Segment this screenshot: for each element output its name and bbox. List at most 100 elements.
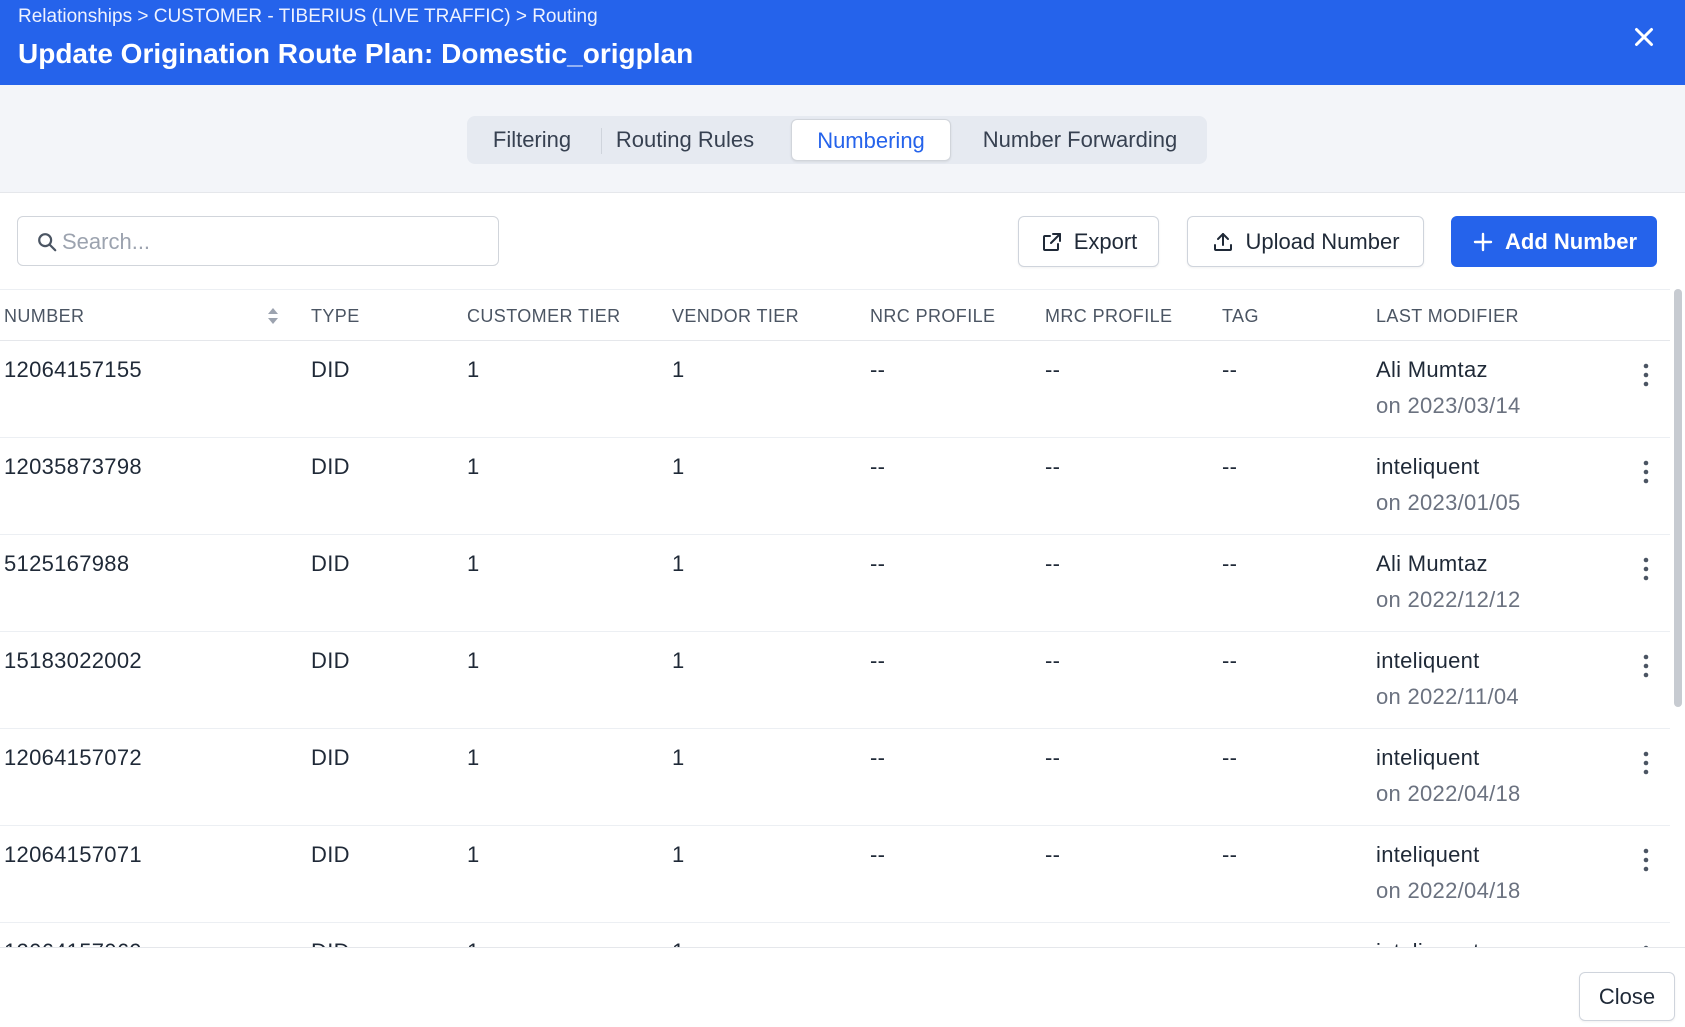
last-modified-date: on 2022/04/18 bbox=[1376, 781, 1521, 806]
close-icon[interactable] bbox=[1629, 22, 1659, 52]
last-modifier-name: inteliquent bbox=[1376, 745, 1480, 770]
scrollbar-thumb[interactable] bbox=[1674, 289, 1682, 707]
last-modifier-name: inteliquent bbox=[1376, 842, 1480, 867]
tag-cell: -- bbox=[1222, 939, 1237, 947]
tab-bar: Filtering Routing Rules Numbering Number… bbox=[467, 116, 1207, 164]
nrc-profile-cell: -- bbox=[870, 357, 886, 382]
last-modified-date: on 2023/01/05 bbox=[1376, 490, 1521, 515]
upload-number-button[interactable]: Upload Number bbox=[1187, 216, 1424, 267]
last-modified-date: on 2022/11/04 bbox=[1376, 684, 1519, 709]
vendor-tier-cell: 1 bbox=[672, 745, 685, 770]
mrc-profile-cell: -- bbox=[1045, 357, 1061, 382]
page-title: Update Origination Route Plan: Domestic_… bbox=[18, 38, 694, 69]
tab-number-forwarding[interactable]: Number Forwarding bbox=[959, 119, 1201, 161]
last-modifier-name: inteliquent bbox=[1376, 648, 1480, 673]
tag-cell: -- bbox=[1222, 454, 1238, 479]
table-row: 12064157155 DID 1 1 -- -- -- Ali Mumtaz on 2023/… bbox=[0, 341, 1670, 438]
type-cell: DID bbox=[311, 357, 350, 382]
tag-cell: -- bbox=[1222, 551, 1238, 576]
more-options-icon[interactable] bbox=[1636, 749, 1656, 777]
mrc-profile-cell: -- bbox=[1045, 454, 1061, 479]
nrc-profile-cell: -- bbox=[870, 551, 886, 576]
more-options-icon[interactable] bbox=[1636, 361, 1656, 389]
more-options-icon[interactable] bbox=[1636, 555, 1656, 583]
last-modified-date: on 2022/04/18 bbox=[1376, 878, 1521, 903]
number-cell: 12064157072 bbox=[4, 745, 142, 770]
customer-tier-cell: 1 bbox=[467, 454, 480, 479]
table-row: 12064157069DID11------inteliquenton 2022… bbox=[0, 923, 1670, 947]
more-options-icon[interactable] bbox=[1636, 458, 1656, 486]
search-box[interactable] bbox=[17, 216, 499, 266]
type-cell: DID bbox=[311, 842, 350, 867]
number-cell: 12064157155 bbox=[4, 357, 142, 382]
nrc-profile-cell: -- bbox=[870, 842, 886, 867]
column-header-number[interactable]: NUMBER bbox=[4, 290, 84, 342]
nrc-profile-cell: -- bbox=[870, 648, 886, 673]
type-cell: DID bbox=[311, 454, 350, 479]
last-modifier-name: Ali Mumtaz bbox=[1376, 357, 1488, 382]
more-options-icon[interactable] bbox=[1636, 652, 1656, 680]
last-modifier-name: inteliquent bbox=[1376, 939, 1480, 947]
number-cell: 5125167988 bbox=[4, 551, 130, 576]
export-label: Export bbox=[1073, 228, 1138, 254]
modal-header: Relationships > CUSTOMER - TIBERIUS (LIV… bbox=[0, 0, 1685, 85]
plus-icon bbox=[1473, 232, 1493, 251]
vendor-tier-cell: 1 bbox=[672, 454, 685, 479]
modal-footer: Close bbox=[0, 947, 1685, 1027]
add-number-label: Add Number bbox=[1505, 228, 1637, 254]
table-row: 12064157072 DID 1 1 -- -- -- inteliquent on 2022… bbox=[0, 729, 1670, 826]
type-cell: DID bbox=[311, 551, 350, 576]
mrc-profile-cell: -- bbox=[1045, 842, 1061, 867]
last-modifier-name: Ali Mumtaz bbox=[1376, 551, 1488, 576]
table-row: 12035873798 DID 1 1 -- -- -- inteliquent on 2023… bbox=[0, 438, 1670, 535]
customer-tier-cell: 1 bbox=[467, 648, 480, 673]
vendor-tier-cell: 1 bbox=[672, 648, 685, 673]
type-cell: DID bbox=[311, 939, 350, 947]
last-modifier-name: inteliquent bbox=[1376, 454, 1480, 479]
numbering-panel: Export Upload Number Add Number NUMBER T… bbox=[0, 193, 1685, 947]
upload-icon bbox=[1214, 232, 1233, 251]
last-modified-date: on 2022/12/12 bbox=[1376, 587, 1521, 612]
vendor-tier-cell: 1 bbox=[672, 939, 685, 947]
vendor-tier-cell: 1 bbox=[672, 551, 685, 576]
tab-divider bbox=[601, 128, 602, 154]
tab-filtering[interactable]: Filtering bbox=[471, 119, 593, 161]
column-header-tag: TAG bbox=[1222, 306, 1259, 326]
column-header-type: TYPE bbox=[311, 306, 360, 326]
tag-cell: -- bbox=[1222, 357, 1238, 382]
column-header-last-modifier: LAST MODIFIER bbox=[1376, 306, 1519, 326]
mrc-profile-cell: -- bbox=[1045, 551, 1061, 576]
number-cell: 15183022002 bbox=[4, 648, 142, 673]
upload-number-label: Upload Number bbox=[1245, 228, 1400, 254]
customer-tier-cell: 1 bbox=[467, 357, 480, 382]
number-cell: 12035873798 bbox=[4, 454, 142, 479]
nrc-profile-cell: -- bbox=[870, 454, 886, 479]
external-link-icon bbox=[1042, 232, 1061, 251]
tag-cell: -- bbox=[1222, 842, 1238, 867]
vendor-tier-cell: 1 bbox=[672, 842, 685, 867]
nrc-profile-cell: -- bbox=[870, 745, 886, 770]
tab-routing-rules[interactable]: Routing Rules bbox=[607, 119, 763, 161]
number-cell: 12064157071 bbox=[4, 842, 142, 867]
table-body: 12064157155 DID 1 1 -- -- -- Ali Mumtaz on 2023/… bbox=[0, 341, 1670, 947]
table-header: NUMBER TYPE CUSTOMER TIER VENDOR TIER NR… bbox=[0, 289, 1670, 341]
customer-tier-cell: 1 bbox=[467, 939, 480, 947]
search-input[interactable] bbox=[62, 225, 482, 259]
mrc-profile-cell: -- bbox=[1045, 745, 1061, 770]
sort-icon[interactable] bbox=[266, 306, 280, 326]
last-modified-date: on 2023/03/14 bbox=[1376, 393, 1521, 418]
breadcrumb: Relationships > CUSTOMER - TIBERIUS (LIV… bbox=[18, 6, 598, 27]
type-cell: DID bbox=[311, 745, 350, 770]
table-row: 5125167988 DID 1 1 -- -- -- Ali Mumtaz on 2022/1… bbox=[0, 535, 1670, 632]
table-row: 12064157071 DID 1 1 -- -- -- inteliquent on 2022… bbox=[0, 826, 1670, 923]
nrc-profile-cell: -- bbox=[870, 939, 885, 947]
add-number-button[interactable]: Add Number bbox=[1451, 216, 1657, 267]
more-options-icon[interactable] bbox=[1636, 846, 1656, 874]
export-button[interactable]: Export bbox=[1018, 216, 1159, 267]
close-button[interactable]: Close bbox=[1579, 972, 1675, 1021]
tab-numbering[interactable]: Numbering bbox=[791, 119, 951, 161]
column-header-nrc-profile: NRC PROFILE bbox=[870, 306, 996, 326]
tag-cell: -- bbox=[1222, 648, 1238, 673]
tab-area: Filtering Routing Rules Numbering Number… bbox=[0, 85, 1685, 193]
search-icon bbox=[38, 233, 57, 252]
